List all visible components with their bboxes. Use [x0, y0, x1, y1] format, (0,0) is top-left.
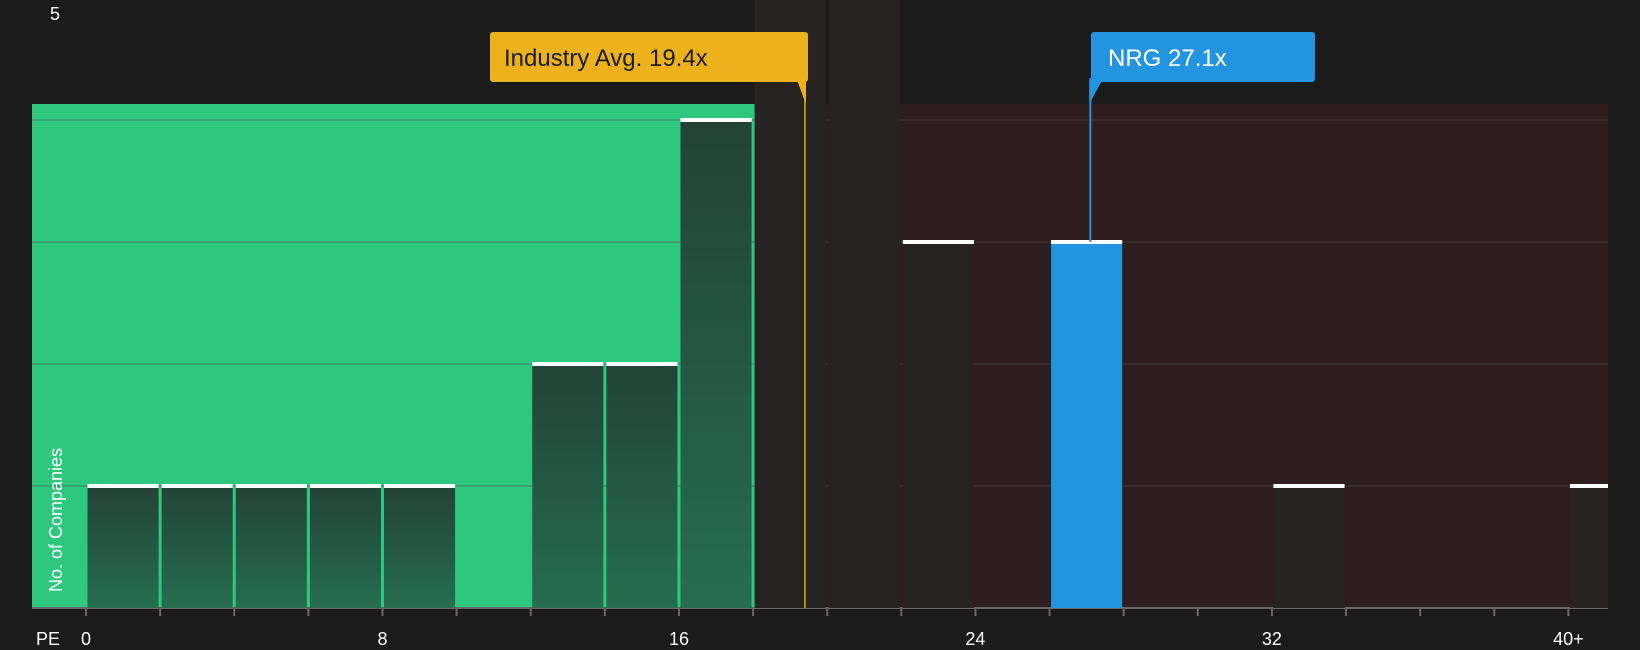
bar-cap	[383, 484, 456, 488]
bar-cap	[902, 240, 974, 244]
bar-cap	[309, 484, 381, 488]
histogram-bar	[383, 486, 456, 608]
x-axis-label: PE	[36, 629, 60, 649]
bar-cap	[532, 362, 604, 366]
bar-cap	[680, 118, 752, 122]
x-tick-label: 24	[965, 629, 985, 649]
histogram-bar	[309, 486, 381, 608]
pe-histogram-svg: Industry Avg. 19.4x NRG 27.1x 0 8 16 24 32 40+…	[32, 0, 1608, 649]
histogram-bar	[532, 364, 604, 608]
histogram-bar	[161, 486, 233, 608]
histogram-bar	[1569, 486, 1608, 608]
x-tick-label: 32	[1262, 629, 1282, 649]
bar-cap	[606, 362, 678, 366]
x-tick-label: 16	[669, 629, 689, 649]
histogram-bar	[606, 364, 678, 608]
bar-cap	[1273, 484, 1345, 488]
histogram-bar	[235, 486, 307, 608]
y-tick-label: 5	[50, 4, 60, 24]
bar-cap	[161, 484, 233, 488]
bar-cap	[235, 484, 307, 488]
bar-cap	[1051, 240, 1123, 244]
histogram-bar	[828, 0, 900, 608]
x-tick-label: 0	[81, 629, 91, 649]
histogram-bar	[87, 486, 159, 608]
x-tick-label: 40+	[1553, 629, 1584, 649]
histogram-bar	[754, 0, 826, 608]
histogram-bar	[902, 242, 974, 608]
x-tick-label: 8	[377, 629, 387, 649]
pe-distribution-chart: Industry Avg. 19.4x NRG 27.1x 0 8 16 24 32 40+…	[0, 0, 1640, 650]
company-pe-pointer	[1089, 80, 1103, 104]
histogram-bar	[680, 120, 752, 608]
histogram-bar	[1273, 486, 1345, 608]
company-pe-label: NRG 27.1x	[1108, 45, 1227, 72]
bar-cap	[87, 484, 159, 488]
bar-cap	[1569, 484, 1608, 488]
histogram-bar	[1051, 242, 1123, 608]
y-axis-label: No. of Companies	[46, 448, 66, 592]
industry-average-label: Industry Avg. 19.4x	[504, 45, 708, 72]
